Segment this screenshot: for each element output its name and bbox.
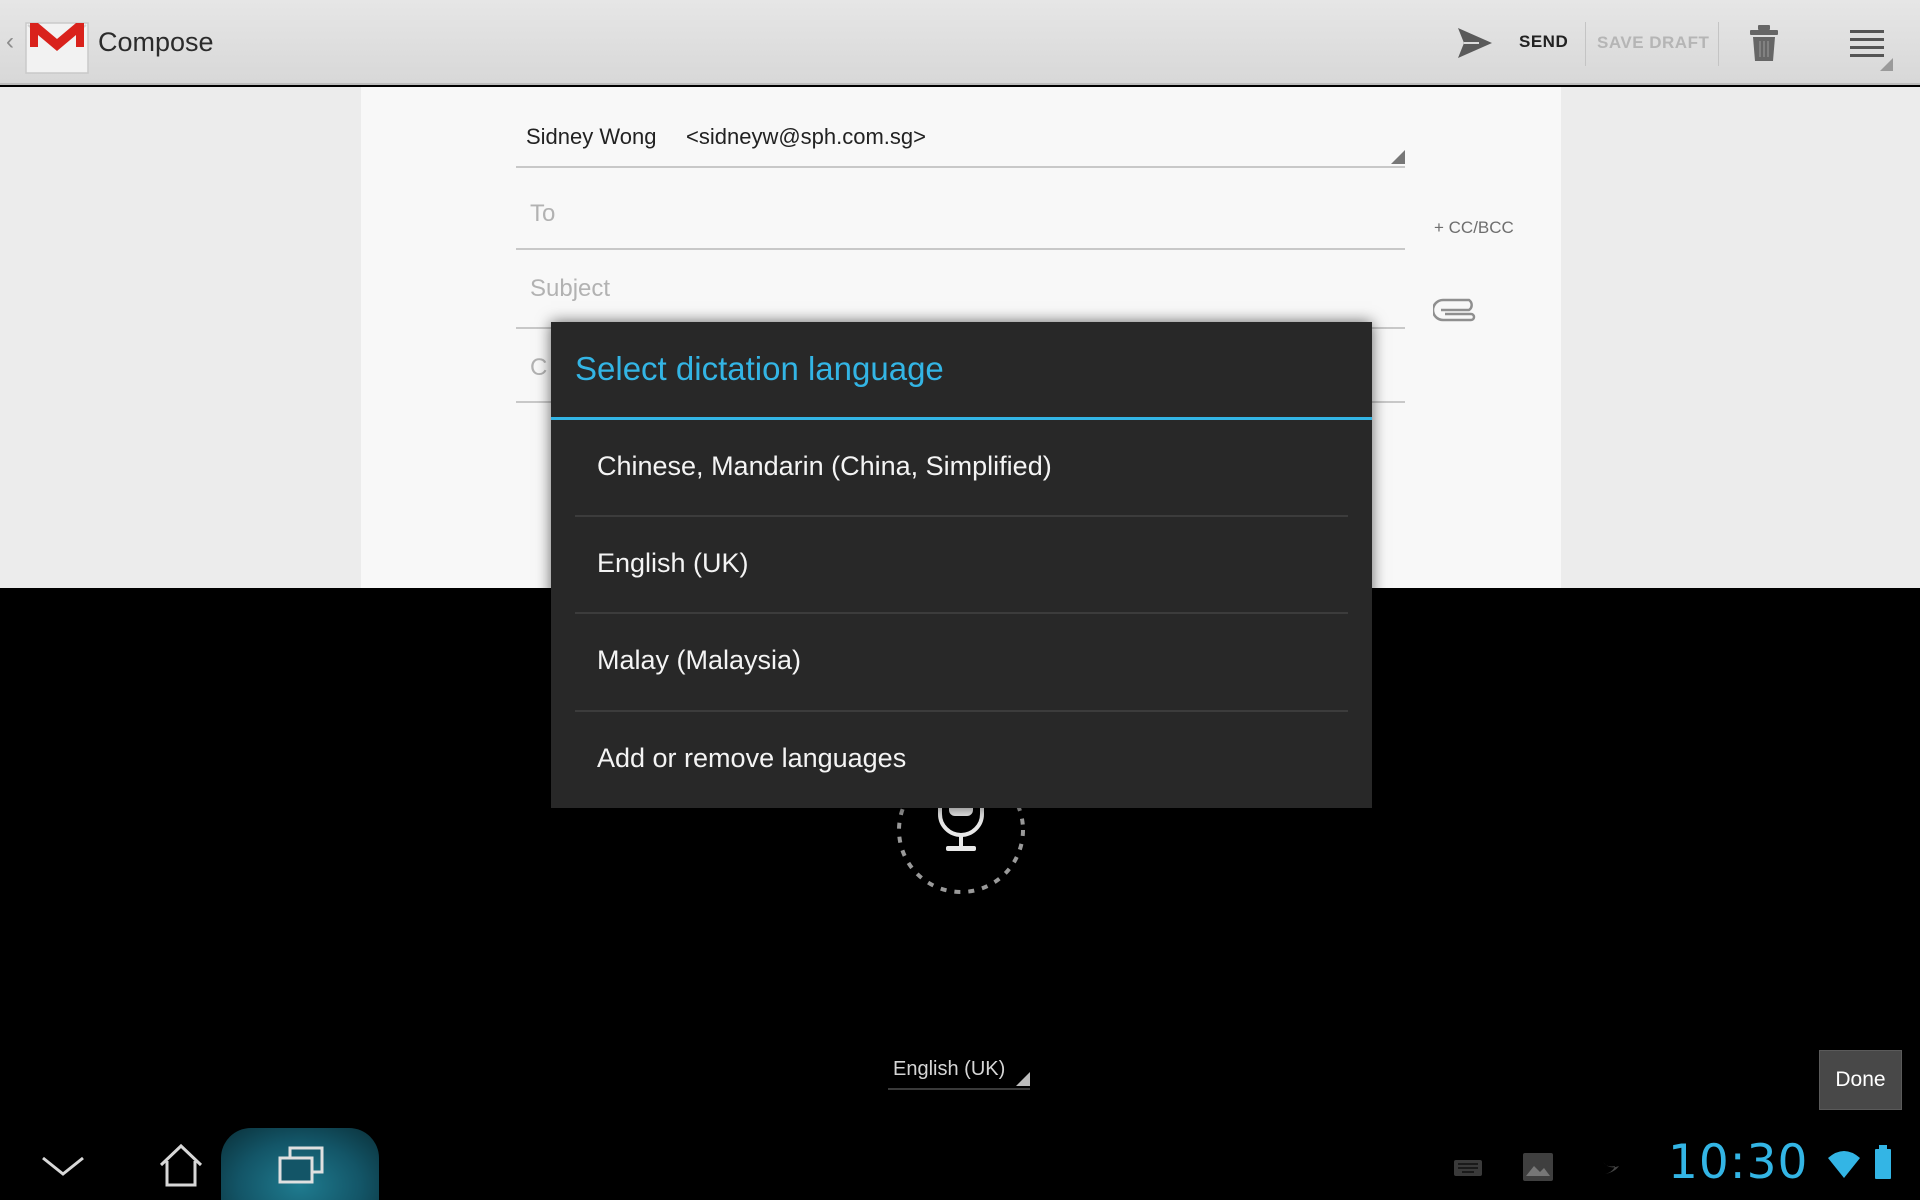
- to-field[interactable]: To: [516, 190, 1405, 250]
- from-name: Sidney Wong: [526, 124, 657, 149]
- language-option-label: Add or remove languages: [597, 743, 907, 773]
- overflow-menu-icon[interactable]: [1850, 28, 1884, 58]
- hide-keyboard-icon[interactable]: [38, 1150, 88, 1180]
- recent-apps-icon: [278, 1146, 324, 1184]
- home-icon[interactable]: [158, 1143, 204, 1187]
- from-field[interactable]: Sidney Wong <sidneyw@sph.com.sg>: [516, 110, 1405, 168]
- save-draft-button[interactable]: SAVE DRAFT: [1597, 33, 1709, 53]
- divider: [1718, 22, 1719, 66]
- language-option-chinese[interactable]: Chinese, Mandarin (China, Simplified): [551, 420, 1372, 517]
- language-option-label: Chinese, Mandarin (China, Simplified): [597, 451, 1052, 481]
- cc-bcc-button[interactable]: + CC/BCC: [1434, 218, 1514, 238]
- wifi-icon: [1828, 1151, 1860, 1178]
- add-remove-languages-option[interactable]: Add or remove languages: [551, 712, 1372, 809]
- language-option-label: Malay (Malaysia): [597, 645, 802, 675]
- language-option-english-uk[interactable]: English (UK): [551, 517, 1372, 614]
- gallery-icon: [1523, 1153, 1553, 1181]
- send-button[interactable]: SEND: [1519, 32, 1568, 52]
- dictation-language-label: English (UK): [893, 1058, 1006, 1080]
- dictation-language-selector[interactable]: English (UK): [888, 1054, 1030, 1090]
- twitter-icon: [1603, 1162, 1619, 1174]
- back-chevron-icon[interactable]: ‹: [6, 30, 20, 54]
- action-bar: ‹ Compose SEND SAVE DRAFT: [0, 0, 1920, 85]
- clock: 10:30: [1668, 1135, 1809, 1190]
- language-option-malay[interactable]: Malay (Malaysia): [551, 614, 1372, 711]
- attach-icon[interactable]: [1433, 297, 1479, 323]
- subject-field[interactable]: Subject: [516, 267, 1405, 329]
- dialog-title: Select dictation language: [575, 350, 944, 387]
- subject-placeholder: Subject: [530, 275, 611, 302]
- divider: [1585, 22, 1586, 66]
- dropdown-corner-icon: [1016, 1072, 1030, 1086]
- gmail-logo-icon[interactable]: [24, 17, 90, 75]
- from-email: <sidneyw@sph.com.sg>: [686, 124, 927, 149]
- trash-icon[interactable]: [1748, 23, 1780, 63]
- menu-corner-icon: [1880, 58, 1893, 71]
- select-language-dialog: Select dictation language Chinese, Manda…: [551, 322, 1372, 808]
- to-placeholder: To: [530, 200, 556, 227]
- app-title: Compose: [98, 27, 214, 57]
- body-placeholder: C: [530, 354, 548, 381]
- dropdown-corner-icon: [1391, 150, 1405, 164]
- battery-icon: [1875, 1145, 1891, 1179]
- keyboard-icon: [1454, 1160, 1482, 1176]
- language-option-label: English (UK): [597, 548, 749, 578]
- done-button[interactable]: Done: [1819, 1050, 1902, 1110]
- send-icon[interactable]: [1455, 25, 1495, 61]
